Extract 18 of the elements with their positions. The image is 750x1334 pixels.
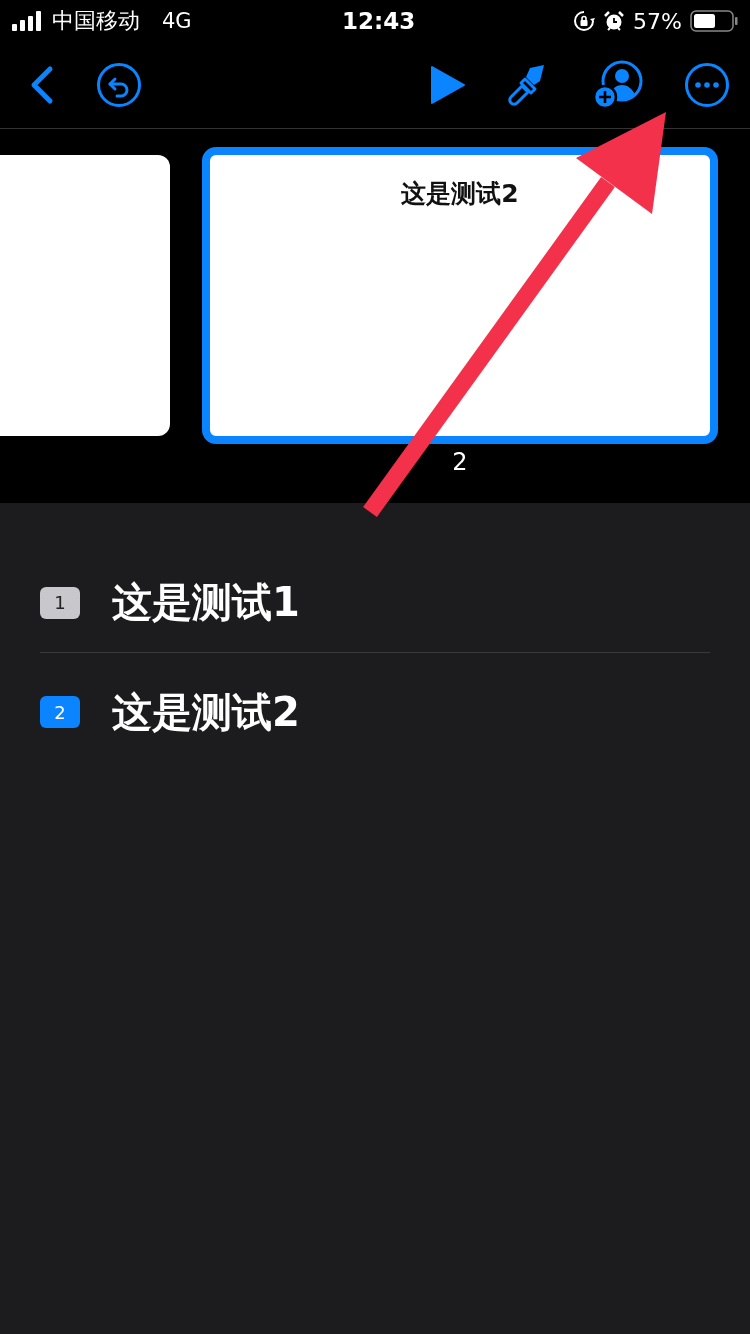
outline-title[interactable]: 这是测试2 <box>112 684 300 740</box>
undo-button[interactable] <box>96 62 142 108</box>
rotation-lock-icon <box>573 10 596 32</box>
slide-thumbnail[interactable]: 这是测试2 <box>202 147 718 444</box>
alarm-icon <box>603 10 626 32</box>
slide-number: 2 <box>452 448 468 476</box>
slide-title: 这是测试2 <box>401 178 519 209</box>
carrier-name: 中国移动 <box>52 7 140 35</box>
outline-title[interactable]: 这是测试1 <box>112 575 300 630</box>
play-button[interactable] <box>430 65 466 105</box>
battery-icon <box>690 10 738 32</box>
network-type: 4G <box>162 9 192 33</box>
battery-percent: 57% <box>633 8 682 34</box>
slide-number-badge: 2 <box>40 696 80 728</box>
signal-icon <box>12 11 44 31</box>
more-button[interactable] <box>684 62 730 108</box>
clock-time: 12:43 <box>342 8 416 34</box>
slide-number-badge: 1 <box>40 586 80 619</box>
